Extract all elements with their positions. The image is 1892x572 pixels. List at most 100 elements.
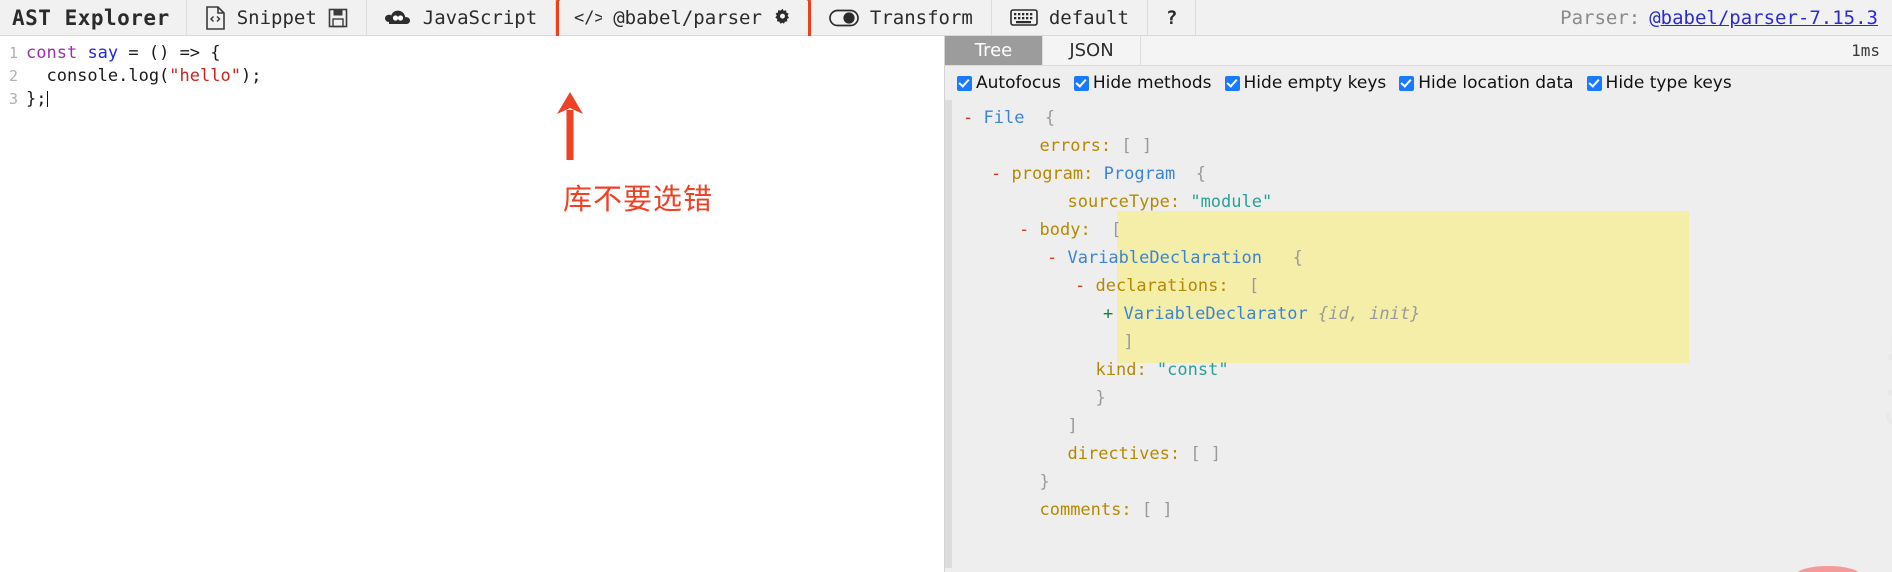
ast-tree-row[interactable]: directives: [ ] <box>945 440 1892 468</box>
ast-tree-row[interactable]: errors: [ ] <box>945 132 1892 160</box>
code-token: ); <box>240 66 262 86</box>
expand-toggle-icon[interactable]: + <box>1103 304 1123 324</box>
annotation-arrow <box>540 88 600 160</box>
collapse-toggle-icon[interactable]: - <box>1075 276 1095 296</box>
option-label: Hide type keys <box>1605 73 1732 93</box>
parse-timing-value: 1ms <box>1851 41 1880 60</box>
collapse-toggle-icon[interactable]: - <box>991 164 1011 184</box>
tab-json[interactable]: JSON <box>1043 36 1141 65</box>
ast-tree-row[interactable]: kind: "const" <box>945 356 1892 384</box>
tab-tree-label: Tree <box>974 40 1013 61</box>
checkbox-checked-icon[interactable] <box>1073 75 1089 91</box>
option-label: Hide location data <box>1418 73 1574 93</box>
parse-timing: 1ms <box>1851 36 1892 65</box>
ast-output-panel: Tree JSON 1ms Autofocus Hide methods Hide … <box>944 36 1892 572</box>
tab-tree[interactable]: Tree <box>945 36 1043 65</box>
ast-token: { <box>1024 108 1056 128</box>
ast-token: : <box>1121 500 1142 520</box>
app-brand[interactable]: AST Explorer <box>0 0 187 35</box>
parser-version-prefix: Parser: <box>1560 6 1641 29</box>
ast-tree-row[interactable]: } <box>945 468 1892 496</box>
keymap-selector[interactable]: default <box>992 0 1148 35</box>
line-number: 2 <box>8 67 18 85</box>
floppy-save-icon[interactable] <box>328 8 348 28</box>
ast-row-list: - File { errors: [ ] - program: Program {… <box>945 104 1892 524</box>
ast-token: [ ] <box>1190 444 1222 464</box>
ast-tree-row[interactable]: ] <box>945 412 1892 440</box>
option-label: Hide methods <box>1092 73 1212 93</box>
ast-token: "module" <box>1190 192 1273 212</box>
code-token: }; <box>26 89 47 109</box>
ast-tree-row[interactable]: sourceType: "module" <box>945 188 1892 216</box>
option-hide-methods[interactable]: Hide methods <box>1073 73 1212 93</box>
ast-token: {id, init} <box>1317 304 1421 324</box>
annotation-text: 库不要选错 <box>563 182 714 216</box>
ast-tab-bar: Tree JSON 1ms <box>945 36 1892 66</box>
ast-token: [ <box>1111 220 1122 240</box>
ast-tree-row[interactable]: } <box>945 384 1892 412</box>
ast-token: File <box>983 108 1025 128</box>
option-hide-empty-keys[interactable]: Hide empty keys <box>1224 73 1386 93</box>
collapse-toggle-icon[interactable]: - <box>1019 220 1039 240</box>
ast-tree-row[interactable]: - body: [ <box>945 216 1892 244</box>
code-file-icon <box>205 5 226 30</box>
parser-version-link[interactable]: @babel/parser-7.15.3 <box>1649 7 1878 29</box>
gear-icon[interactable] <box>773 8 792 27</box>
option-hide-type-keys[interactable]: Hide type keys <box>1586 73 1732 93</box>
code-line: 2 console.log("hello"); <box>0 65 944 88</box>
ast-options-bar: Autofocus Hide methods Hide empty keys Hide… <box>945 66 1892 100</box>
ast-tree-view[interactable]: 置网www.jiaw.com - File { errors: [ ]- pro… <box>945 100 1892 568</box>
checkbox-checked-icon[interactable] <box>1586 75 1602 91</box>
ast-tree-row[interactable]: comments: [ ] <box>945 496 1892 524</box>
ast-tree-row[interactable]: - File { <box>945 104 1892 132</box>
option-label: Autofocus <box>976 73 1061 93</box>
ast-tree-row[interactable]: + VariableDeclarator {id, init} <box>945 300 1892 328</box>
ast-tree-row[interactable]: - VariableDeclaration { <box>945 244 1892 272</box>
ast-tree-row[interactable]: - program: Program { <box>945 160 1892 188</box>
collapse-toggle-icon[interactable]: - <box>963 108 983 128</box>
collapse-toggle-icon[interactable]: - <box>1047 248 1067 268</box>
language-label: JavaScript <box>422 6 538 29</box>
ast-token: sourceType <box>1067 192 1170 212</box>
babel-infinity-icon <box>384 8 412 28</box>
tab-json-label: JSON <box>1069 40 1114 61</box>
ast-token: comments <box>1039 500 1122 520</box>
ast-tree-row[interactable]: ] <box>945 328 1892 356</box>
help-button[interactable]: ? <box>1148 0 1197 35</box>
code-text: }; <box>26 88 49 111</box>
parser-label: @babel/parser <box>613 6 762 29</box>
language-selector[interactable]: JavaScript <box>367 0 557 35</box>
ast-token: body <box>1039 220 1081 240</box>
ast-token <box>1308 304 1318 324</box>
option-autofocus[interactable]: Autofocus <box>957 73 1061 93</box>
keymap-label: default <box>1048 6 1129 29</box>
ast-token: : <box>1100 136 1122 156</box>
option-hide-location-data[interactable]: Hide location data <box>1399 73 1574 93</box>
transform-selector[interactable]: Transform <box>811 0 992 35</box>
ast-token: declarations <box>1095 276 1219 296</box>
ast-tree-row[interactable]: - declarations: [ <box>945 272 1892 300</box>
ast-token: : <box>1083 164 1104 184</box>
transform-label: Transform <box>869 6 973 29</box>
line-number: 3 <box>8 90 18 108</box>
checkbox-checked-icon[interactable] <box>1224 75 1240 91</box>
snippet-label: Snippet <box>236 6 317 29</box>
code-line: 1 const say = () => { <box>0 42 944 65</box>
checkbox-checked-icon[interactable] <box>957 75 972 91</box>
checkbox-checked-icon[interactable] <box>1399 75 1415 91</box>
ast-token: : <box>1169 192 1191 212</box>
parser-selector[interactable]: </> @babel/parser <box>556 0 811 35</box>
snippet-menu[interactable]: Snippet <box>187 0 367 35</box>
ast-token: VariableDeclaration <box>1067 248 1262 268</box>
ast-token: Program <box>1103 164 1176 184</box>
svg-text:</>: </> <box>574 9 602 27</box>
app-brand-label: AST Explorer <box>12 5 170 30</box>
code-editor[interactable]: 1 const say = () => {2 console.log("hello… <box>0 36 944 572</box>
